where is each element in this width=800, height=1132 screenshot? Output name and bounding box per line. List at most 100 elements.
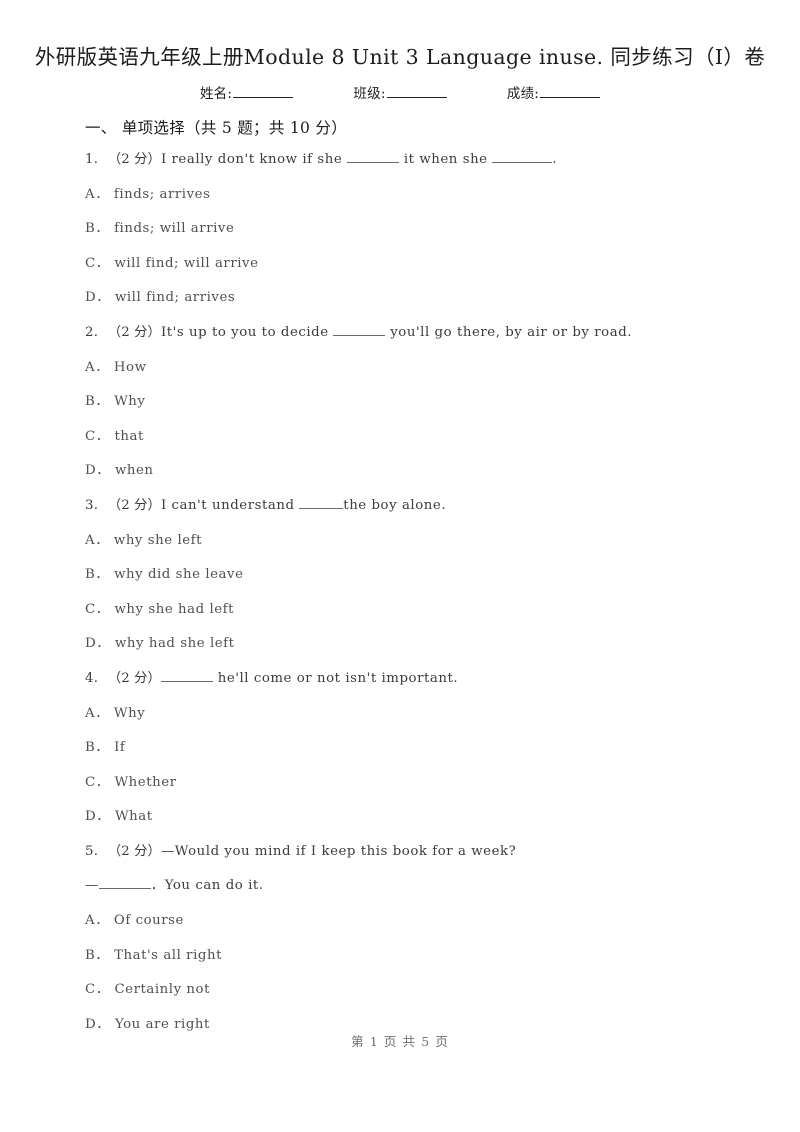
question-text-3a: I can't understand [160, 497, 300, 513]
class-field[interactable]: 班级: [353, 84, 447, 104]
question-text-2b: you'll go there, by air or by road. [385, 324, 633, 340]
answer-blank[interactable] [333, 325, 386, 336]
question-points-1: （2 分） [107, 152, 161, 167]
question-text-1a: I really don't know if she [160, 152, 348, 167]
answer-blank[interactable] [160, 671, 213, 682]
option-3-a[interactable]: A． why she left [85, 531, 765, 566]
option-5-b[interactable]: B． That's all right [85, 946, 765, 981]
option-label: C． [85, 601, 110, 617]
option-3-d[interactable]: D． why had she left [85, 634, 765, 669]
option-3-b[interactable]: B． why did she leave [85, 565, 765, 600]
option-text: finds; arrives [113, 186, 211, 202]
class-blank[interactable] [386, 86, 447, 98]
question-text-5a: —Would you mind if I keep this book for … [160, 843, 517, 859]
question-points-3: （2 分） [107, 497, 161, 513]
option-text: why had she left [114, 636, 235, 652]
question-text-3b: the boy alone. [343, 497, 447, 513]
option-label: B． [85, 947, 110, 963]
option-1-a[interactable]: A． finds; arrives [85, 185, 765, 220]
question-points-5: （2 分） [107, 843, 161, 859]
option-text: You are right [114, 1016, 210, 1032]
option-text: that [114, 428, 144, 444]
question-text-4a: he'll come or not isn't important. [212, 670, 459, 686]
question-text-5c: ．You can do it. [150, 878, 264, 894]
option-label: A． [85, 913, 110, 929]
name-blank[interactable] [233, 86, 294, 98]
name-label: 姓名: [199, 86, 233, 102]
option-text: why she left [113, 532, 203, 548]
option-4-d[interactable]: D． What [85, 807, 765, 842]
option-text: finds; will arrive [114, 221, 235, 237]
option-label: D． [85, 809, 111, 825]
option-text: What [114, 809, 153, 825]
option-4-b[interactable]: B． If [85, 738, 765, 773]
option-text: Why [114, 394, 146, 410]
question-stem-4: 4. （2 分） he'll come or not isn't importa… [85, 669, 765, 704]
option-5-a[interactable]: A． Of course [85, 911, 765, 946]
answer-blank[interactable] [299, 498, 344, 509]
option-text: when [114, 463, 154, 479]
student-info-row: 姓名: 班级: 成绩: [0, 84, 800, 104]
question-number-5: 5. [85, 843, 99, 859]
option-label: D． [85, 290, 111, 306]
question-number-3: 3. [85, 497, 99, 513]
option-label: C． [85, 255, 110, 271]
page-footer: 第 1 页 共 5 页 [351, 1034, 449, 1049]
question-stem-5: 5. （2 分）—Would you mind if I keep this b… [85, 842, 765, 877]
score-label: 成绩: [506, 86, 540, 102]
option-text: Of course [113, 913, 184, 929]
answer-blank[interactable] [347, 152, 400, 163]
option-label: D． [85, 636, 111, 652]
option-label: C． [85, 774, 110, 790]
option-2-c[interactable]: C． that [85, 427, 765, 462]
score-blank[interactable] [540, 86, 601, 98]
option-3-c[interactable]: C． why she had left [85, 600, 765, 635]
option-label: A． [85, 532, 110, 548]
section-heading-1: 一、 单项选择（共 5 题；共 10 分） [85, 119, 348, 137]
question-list: 1. （2 分）I really don't know if she it wh… [85, 150, 765, 1049]
option-label: C． [85, 428, 110, 444]
option-text: why did she leave [114, 567, 244, 583]
option-1-c[interactable]: C． will find; will arrive [85, 254, 765, 289]
option-text: Why [113, 705, 146, 721]
option-1-d[interactable]: D． will find; arrives [85, 288, 765, 323]
option-text: How [113, 359, 147, 375]
question-points-2: （2 分） [107, 324, 161, 340]
page-title: 外研版英语九年级上册Module 8 Unit 3 Language inuse… [34, 45, 766, 69]
score-field[interactable]: 成绩: [506, 84, 601, 104]
option-text: Whether [114, 774, 177, 790]
option-label: B． [85, 567, 110, 583]
option-text: why she had left [114, 601, 235, 617]
answer-blank[interactable] [492, 152, 553, 163]
option-2-b[interactable]: B． Why [85, 392, 765, 427]
option-text: If [114, 740, 126, 756]
question-text-1b: it when she [399, 152, 493, 167]
option-text: will find; will arrive [114, 255, 259, 271]
question-number-1: 1. [85, 152, 99, 167]
exam-page: 外研版英语九年级上册Module 8 Unit 3 Language inuse… [0, 0, 800, 1132]
option-label: C． [85, 982, 110, 998]
option-label: B． [85, 394, 110, 410]
option-text: Certainly not [114, 982, 210, 998]
option-label: B． [85, 740, 110, 756]
question-text-1c: . [552, 152, 558, 167]
option-label: D． [85, 1016, 111, 1032]
question-text-2a: It's up to you to decide [160, 324, 334, 340]
option-4-a[interactable]: A． Why [85, 704, 765, 739]
option-label: B． [85, 221, 110, 237]
option-label: A． [85, 359, 110, 375]
question-stem-1: 1. （2 分）I really don't know if she it wh… [85, 150, 765, 185]
option-2-d[interactable]: D． when [85, 461, 765, 496]
option-5-c[interactable]: C． Certainly not [85, 980, 765, 1015]
class-label: 班级: [353, 86, 386, 102]
question-stem-5-line2: — ．You can do it. [85, 876, 765, 911]
name-field[interactable]: 姓名: [199, 84, 294, 104]
question-stem-2: 2. （2 分）It's up to you to decide you'll … [85, 323, 765, 358]
option-label: D． [85, 463, 111, 479]
option-1-b[interactable]: B． finds; will arrive [85, 219, 765, 254]
option-label: A． [85, 705, 110, 721]
option-2-a[interactable]: A． How [85, 358, 765, 393]
option-text: That's all right [114, 947, 222, 963]
option-4-c[interactable]: C． Whether [85, 773, 765, 808]
answer-blank[interactable] [98, 878, 151, 890]
